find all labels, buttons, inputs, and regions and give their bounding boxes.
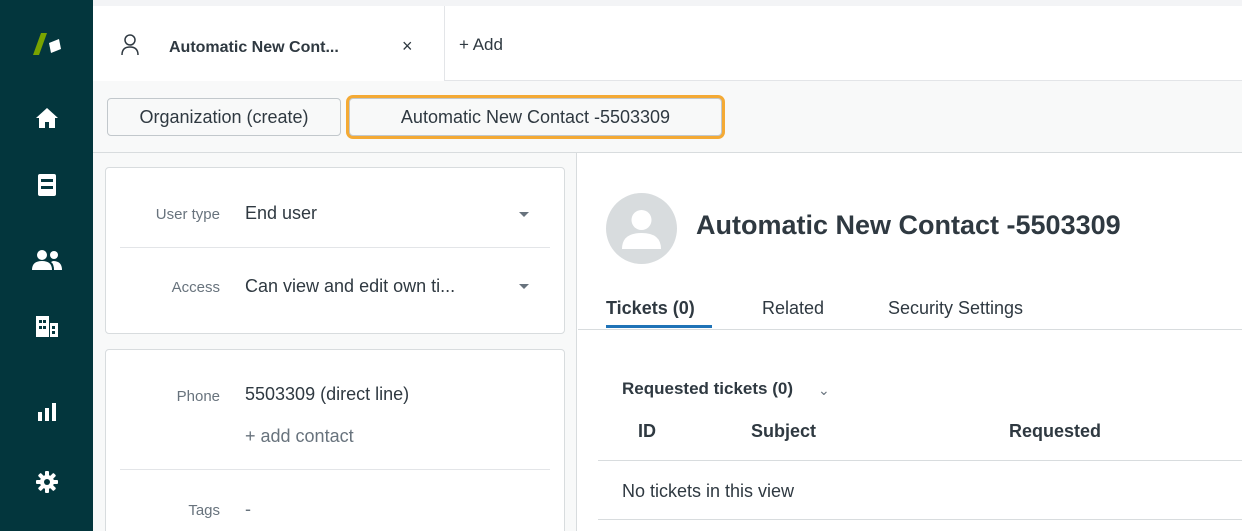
zendesk-logo-icon [32,33,61,55]
access-label: Access [171,279,220,296]
column-header-requested[interactable]: Requested [1009,421,1101,442]
users-icon [31,250,62,270]
building-icon [35,316,58,337]
user-type-label: User type [155,206,220,223]
user-properties-panel: User type End user Access Can view and e… [93,153,577,531]
tab-related[interactable]: Related [762,298,824,319]
nav-item-home[interactable] [0,88,93,148]
breadcrumb-organization-create[interactable]: Organization (create) [107,98,341,136]
add-tab-button[interactable]: + Add [459,35,503,55]
profile-tabs: Tickets (0) Related Security Settings [578,278,1242,330]
column-header-id[interactable]: ID [638,421,656,442]
chevron-down-icon[interactable] [519,212,529,217]
column-header-subject[interactable]: Subject [751,421,816,442]
close-icon[interactable]: × [402,36,413,57]
breadcrumb: Organization (create) Automatic New Cont… [93,81,1242,153]
divider [120,247,550,248]
phone-value[interactable]: 5503309 (direct line) [245,384,409,405]
default-avatar-icon [622,210,661,249]
page-title: Automatic New Contact -5503309 [696,210,1121,240]
divider [120,469,550,470]
top-tab-bar: Automatic New Cont... × + Add [93,0,1242,81]
table-divider [598,519,1242,520]
tab-tickets[interactable]: Tickets (0) [606,298,695,319]
app-window: Automatic New Cont... × + Add Organizati… [0,0,1242,531]
gear-icon [35,471,58,493]
nav-item-organizations[interactable] [0,296,93,356]
user-profile-main: Automatic New Contact -5503309 Tickets (… [578,153,1242,531]
add-contact-link[interactable]: + add contact [245,426,354,447]
user-icon [121,34,139,56]
nav-item-views[interactable] [0,155,93,215]
nav-item-logo[interactable] [0,12,93,72]
home-icon [35,108,58,128]
chevron-down-icon[interactable] [519,284,529,289]
empty-state-message: No tickets in this view [622,481,795,501]
tab-title: Automatic New Cont... [169,39,339,56]
avatar [606,193,677,264]
requested-tickets-heading[interactable]: Requested tickets (0) [622,379,793,399]
user-type-card: User type End user Access Can view and e… [105,167,565,334]
contact-info-card: Phone 5503309 (direct line) + add contac… [105,349,565,531]
active-tab-indicator [606,325,712,328]
tags-label: Tags [188,502,220,519]
nav-item-customers[interactable] [0,230,93,290]
nav-item-admin[interactable] [0,452,93,512]
tags-value[interactable]: - [245,499,251,520]
table-divider [598,460,1242,461]
breadcrumb-contact[interactable]: Automatic New Contact -5503309 [349,98,722,136]
chevron-down-icon[interactable]: ⌄ [818,382,830,399]
bar-chart-icon [37,403,56,421]
phone-label: Phone [176,388,220,405]
nav-item-reporting[interactable] [0,382,93,442]
tab-security-settings[interactable]: Security Settings [888,298,1023,319]
nav-rail [0,0,93,531]
tab-automatic-new-contact[interactable]: Automatic New Cont... × [93,6,445,81]
views-icon [37,174,56,196]
access-select[interactable]: Can view and edit own ti... [245,276,455,297]
user-type-select[interactable]: End user [245,203,317,224]
